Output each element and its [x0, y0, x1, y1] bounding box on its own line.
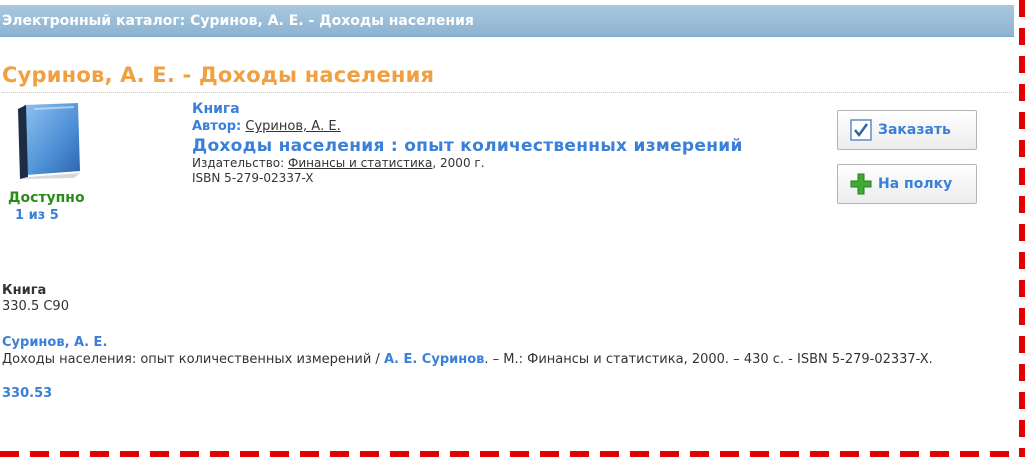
- bibliographic-description: Книга 330.5 С90 Суринов, А. Е. Доходы на…: [2, 283, 992, 402]
- citation-text-start: Доходы населения: опыт количественных из…: [2, 352, 384, 367]
- dashed-frame-right: [1019, 0, 1025, 457]
- citation: Доходы населения: опыт количественных из…: [2, 351, 992, 368]
- breadcrumb-bar: Электронный каталог: Суринов, А. Е. - До…: [0, 5, 1014, 37]
- dashed-frame-bottom: [0, 451, 1025, 457]
- publisher-link[interactable]: Финансы и статистика: [288, 156, 432, 170]
- order-button[interactable]: Заказать: [837, 110, 977, 150]
- add-to-shelf-label: На полку: [878, 176, 953, 192]
- book-cover-icon: [18, 103, 80, 179]
- order-button-label: Заказать: [878, 122, 951, 138]
- plus-icon: [850, 173, 872, 195]
- record-type: Книга: [192, 101, 240, 117]
- checkbox-check-icon: [850, 119, 872, 141]
- title-divider: [2, 92, 1014, 93]
- availability-count[interactable]: 1 из 5: [15, 208, 59, 224]
- shelfmark: 330.5 С90: [2, 299, 69, 314]
- record-title[interactable]: Доходы населения : опыт количественных и…: [192, 137, 800, 156]
- record-author-line: Автор: Суринов, А. Е.: [192, 119, 812, 135]
- publisher-year: , 2000 г.: [432, 156, 485, 170]
- citation-author[interactable]: А. Е. Суринов: [384, 352, 484, 367]
- publisher-label: Издательство:: [192, 156, 285, 170]
- author-label: Автор:: [192, 119, 242, 134]
- record-summary: Книга Автор: Суринов, А. Е. Доходы насел…: [192, 101, 812, 186]
- breadcrumb: Электронный каталог: Суринов, А. Е. - До…: [2, 13, 474, 29]
- citation-text-end: . – М.: Финансы и статистика, 2000. – 43…: [484, 352, 933, 367]
- description-type: Книга: [2, 283, 47, 298]
- add-to-shelf-button[interactable]: На полку: [837, 164, 977, 204]
- page-title: Суринов, А. Е. - Доходы населения: [2, 63, 435, 87]
- record-publisher-line: Издательство: Финансы и статистика, 2000…: [192, 156, 812, 171]
- record-isbn: ISBN 5-279-02337-X: [192, 171, 314, 185]
- author-link[interactable]: Суринов, А. Е.: [245, 119, 340, 134]
- availability-status: Доступно: [8, 190, 85, 206]
- udc-code[interactable]: 330.53: [2, 386, 992, 402]
- description-author[interactable]: Суринов, А. Е.: [2, 335, 992, 351]
